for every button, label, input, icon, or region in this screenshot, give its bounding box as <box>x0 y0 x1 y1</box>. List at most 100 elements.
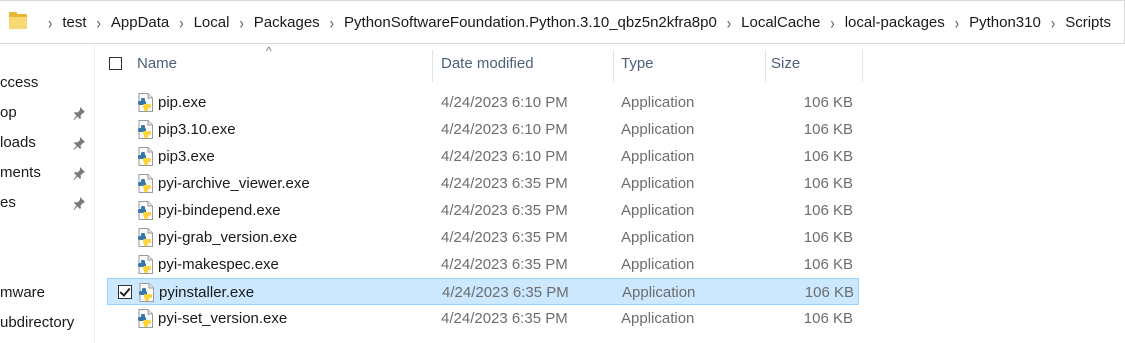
column-divider[interactable] <box>613 50 614 82</box>
file-size: 106 KB <box>803 229 853 246</box>
row-checkbox[interactable] <box>118 285 132 299</box>
nav-item-label: ubdirectory <box>0 314 75 331</box>
nav-item-label: loads <box>0 134 36 151</box>
pin-icon <box>72 106 86 120</box>
nav-item[interactable]: es <box>0 192 95 216</box>
nav-item[interactable]: ccess <box>0 72 95 96</box>
file-row[interactable]: pyi-bindepend.exe 4/24/2023 6:35 PM Applic… <box>107 197 859 224</box>
file-size: 106 KB <box>803 202 853 219</box>
file-type: Application <box>621 148 695 165</box>
file-date-modified: 4/24/2023 6:35 PM <box>441 310 568 327</box>
file-name: pyi-bindepend.exe <box>158 202 281 219</box>
python-exe-icon <box>137 147 155 166</box>
file-row[interactable]: pyi-grab_version.exe 4/24/2023 6:35 PM App… <box>107 224 859 251</box>
file-name: pip.exe <box>158 94 207 111</box>
pin-icon <box>72 196 86 210</box>
breadcrumb-item[interactable]: Scripts <box>1065 14 1111 31</box>
file-type: Application <box>621 94 695 111</box>
file-date-modified: 4/24/2023 6:10 PM <box>441 148 568 165</box>
file-name: pyinstaller.exe <box>159 284 255 301</box>
file-name: pip3.10.exe <box>158 121 236 138</box>
address-bar[interactable]: › test › AppData › Local › Packages › PythonSoftw… <box>0 0 1125 44</box>
nav-item-label: es <box>0 194 16 211</box>
nav-item[interactable]: loads <box>0 132 95 156</box>
file-date-modified: 4/24/2023 6:35 PM <box>441 202 568 219</box>
file-size: 106 KB <box>803 310 853 327</box>
python-exe-icon <box>137 174 155 193</box>
file-type: Application <box>621 175 695 192</box>
breadcrumb: › test › AppData › Local › Packages › PythonSoftw… <box>38 12 1111 32</box>
chevron-right-icon[interactable]: › <box>1051 12 1055 32</box>
chevron-right-icon[interactable]: › <box>955 12 959 32</box>
python-exe-icon <box>137 228 155 247</box>
file-date-modified: 4/24/2023 6:35 PM <box>442 284 569 301</box>
chevron-right-icon[interactable]: › <box>727 12 731 32</box>
file-date-modified: 4/24/2023 6:10 PM <box>441 121 568 138</box>
nav-item-label: ccess <box>0 74 39 91</box>
file-row[interactable]: pyi-archive_viewer.exe 4/24/2023 6:35 PM A… <box>107 170 859 197</box>
python-exe-icon <box>137 255 155 274</box>
file-row[interactable]: pip3.10.exe 4/24/2023 6:10 PM Application 1… <box>107 116 859 143</box>
file-type: Application <box>621 202 695 219</box>
chevron-right-icon[interactable]: › <box>239 12 243 32</box>
pin-icon <box>72 166 86 180</box>
breadcrumb-item[interactable]: AppData <box>111 14 169 31</box>
file-date-modified: 4/24/2023 6:10 PM <box>441 94 568 111</box>
file-row[interactable]: pip3.exe 4/24/2023 6:10 PM Application 106 … <box>107 143 859 170</box>
breadcrumb-item[interactable]: LocalCache <box>741 14 820 31</box>
breadcrumb-item[interactable]: local-packages <box>845 14 945 31</box>
column-divider[interactable] <box>765 50 766 82</box>
file-row[interactable]: pyi-set_version.exe 4/24/2023 6:35 PM Appl… <box>107 305 859 332</box>
file-date-modified: 4/24/2023 6:35 PM <box>441 175 568 192</box>
column-header-type[interactable]: Type <box>621 50 654 78</box>
file-name: pip3.exe <box>158 148 215 165</box>
file-size: 106 KB <box>803 94 853 111</box>
file-row[interactable]: pip.exe 4/24/2023 6:10 PM Application 106 K… <box>107 89 859 116</box>
column-header-date[interactable]: Date modified <box>441 50 534 78</box>
column-header: Name Date modified Type Size <box>103 50 863 82</box>
file-size: 106 KB <box>803 175 853 192</box>
python-exe-icon <box>137 93 155 112</box>
column-divider[interactable] <box>432 50 433 82</box>
file-date-modified: 4/24/2023 6:35 PM <box>441 229 568 246</box>
file-row[interactable]: pyi-makespec.exe 4/24/2023 6:35 PM Applica… <box>107 251 859 278</box>
file-size: 106 KB <box>803 148 853 165</box>
breadcrumb-item[interactable]: Python310 <box>969 14 1041 31</box>
chevron-right-icon[interactable]: › <box>330 12 334 32</box>
chevron-right-icon[interactable]: › <box>48 12 52 32</box>
nav-item[interactable]: op <box>0 102 95 126</box>
nav-item-label: op <box>0 104 17 121</box>
python-exe-icon <box>137 120 155 139</box>
nav-item[interactable]: ubdirectory <box>0 312 95 336</box>
nav-item-label: ments <box>0 164 41 181</box>
breadcrumb-item[interactable]: PythonSoftwareFoundation.Python.3.10_qbz… <box>344 14 717 31</box>
chevron-right-icon[interactable]: › <box>97 12 101 32</box>
breadcrumb-item[interactable]: Packages <box>254 14 320 31</box>
python-exe-icon <box>138 283 156 302</box>
nav-item[interactable]: mware <box>0 282 95 306</box>
file-list: ^ Name Date modified Type Size pip.exe 4/… <box>103 44 1125 343</box>
chevron-right-icon[interactable]: › <box>830 12 834 32</box>
file-name: pyi-makespec.exe <box>158 256 279 273</box>
file-name: pyi-set_version.exe <box>158 310 288 327</box>
column-header-size[interactable]: Size <box>771 50 800 78</box>
file-name: pyi-archive_viewer.exe <box>158 175 310 192</box>
select-all-checkbox[interactable] <box>109 57 122 70</box>
column-header-name[interactable]: Name <box>137 50 177 78</box>
pin-icon <box>72 136 86 150</box>
nav-item[interactable]: ments <box>0 162 95 186</box>
file-size: 106 KB <box>804 284 854 301</box>
file-size: 106 KB <box>803 121 853 138</box>
breadcrumb-item[interactable]: test <box>62 14 86 31</box>
python-exe-icon <box>137 309 155 328</box>
breadcrumb-item[interactable]: Local <box>194 14 230 31</box>
file-type: Application <box>621 256 695 273</box>
file-date-modified: 4/24/2023 6:35 PM <box>441 256 568 273</box>
python-exe-icon <box>137 201 155 220</box>
file-row[interactable]: pyinstaller.exe 4/24/2023 6:35 PM Applicat… <box>107 278 859 305</box>
column-divider[interactable] <box>862 50 863 82</box>
chevron-right-icon[interactable]: › <box>179 12 183 32</box>
file-type: Application <box>621 121 695 138</box>
folder-icon <box>8 11 30 33</box>
file-name: pyi-grab_version.exe <box>158 229 298 246</box>
